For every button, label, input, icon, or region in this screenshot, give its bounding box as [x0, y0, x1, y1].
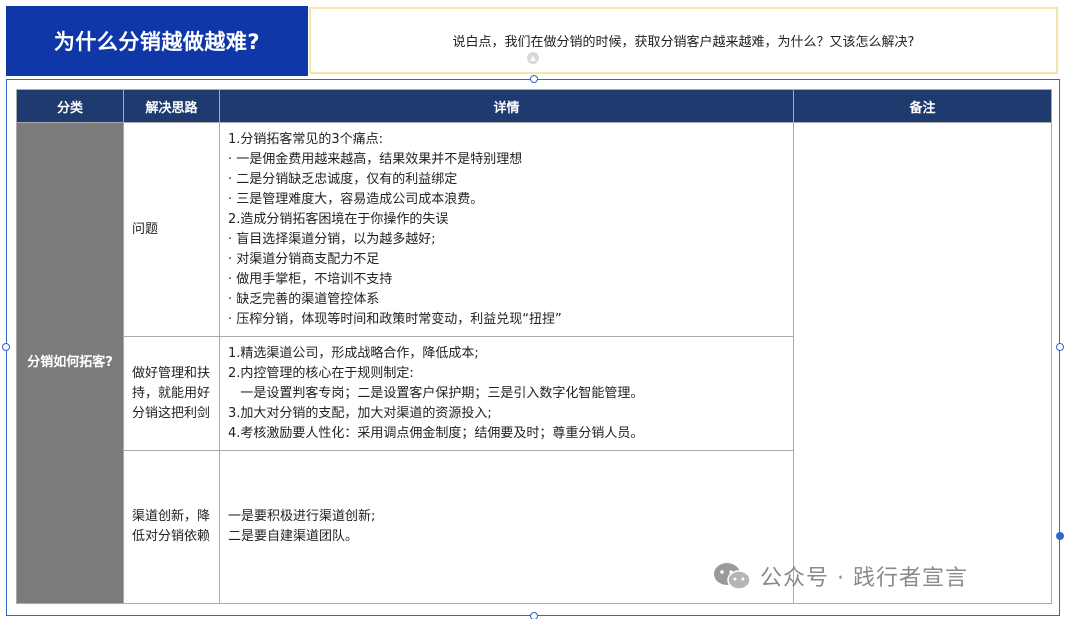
detail-line: 一是要积极进行渠道创新; — [228, 509, 376, 524]
page-title-text: 为什么分销越做越难? — [53, 30, 261, 54]
content-table: 分类 解决思路 详情 备注 分销如何拓客? 问题 1.分销拓客常见的3个痛点: … — [16, 89, 1052, 604]
detail-line: 二是要自建渠道团队。 — [228, 529, 359, 544]
detail-line: 4.考核激励要人性化：采用调点佣金制度；结佣要及时；尊重分销人员。 — [228, 425, 644, 441]
detail-line: 1.分销拓客常见的3个痛点: — [228, 131, 384, 147]
detail-line: · 三是管理难度大，容易造成公司成本浪费。 — [228, 191, 484, 207]
subtitle-box[interactable]: 说白点，我们在做分销的时候，获取分销客户越来越难，为什么？又该怎么解决? — [309, 7, 1058, 74]
detail-line: · 缺乏完善的渠道管控体系 — [228, 291, 380, 307]
detail-line: · 二是分销缺乏忠诚度，仅有的利益绑定 — [228, 171, 458, 187]
detail-line: 2.造成分销拓客困境在于你操作的失误 — [228, 211, 449, 227]
resize-handle-right-active[interactable] — [1056, 532, 1064, 540]
approach-label: 问题 — [132, 221, 159, 237]
table-row: 分销如何拓客? 问题 1.分销拓客常见的3个痛点: · 一是佣金费用越来越高，结… — [16, 122, 1052, 604]
category-cell[interactable]: 分销如何拓客? — [16, 122, 124, 604]
header-category: 分类 — [16, 89, 124, 123]
header-notes: 备注 — [793, 89, 1052, 123]
detail-line: 2.内控管理的核心在于规则制定: — [228, 365, 414, 381]
details-cell[interactable]: 一是要积极进行渠道创新; 二是要自建渠道团队。 — [219, 450, 794, 604]
approach-cell[interactable]: 渠道创新，降低对分销依赖 — [123, 450, 220, 604]
detail-line: · 一是佣金费用越来越高，结果效果并不是特别理想 — [228, 151, 523, 167]
detail-line: 一是设置判客专岗；二是设置客户保护期；三是引入数字化智能管理。 — [228, 385, 644, 401]
resize-handle-bottom[interactable] — [530, 612, 538, 619]
category-label: 分销如何拓客? — [27, 355, 113, 370]
approach-cell[interactable]: 做好管理和扶持，就能用好分销这把利剑 — [123, 336, 220, 451]
approach-label: 做好管理和扶持，就能用好分销这把利剑 — [132, 365, 211, 421]
detail-line: · 做甩手掌柜，不培训不支持 — [228, 271, 393, 287]
wechat-icon — [712, 561, 752, 591]
details-cell[interactable]: 1.精选渠道公司，形成战略合作，降低成本; 2.内控管理的核心在于规则制定: 一… — [219, 336, 794, 451]
resize-handle-right[interactable] — [1056, 343, 1064, 351]
subtitle-text: 说白点，我们在做分销的时候，获取分销客户越来越难，为什么？又该怎么解决? — [452, 35, 915, 50]
approach-label: 渠道创新，降低对分销依赖 — [132, 509, 211, 544]
resize-handle-left[interactable] — [2, 343, 10, 351]
detail-line: 3.加大对分销的支配，加大对渠道的资源投入; — [228, 405, 492, 421]
approach-cell[interactable]: 问题 — [123, 122, 220, 337]
detail-line: · 对渠道分销商支配力不足 — [228, 251, 380, 267]
header-details: 详情 — [219, 89, 794, 123]
header-approach: 解决思路 — [123, 89, 220, 123]
watermark: 公众号 · 践行者宣言 — [712, 558, 968, 594]
table-header-row: 分类 解决思路 详情 备注 — [16, 89, 1052, 123]
detail-line: · 压榨分销，体现等时间和政策时常变动，利益兑现“扭捏” — [228, 311, 562, 327]
chevron-up-icon[interactable]: ▲ — [527, 52, 539, 64]
detail-line: · 盲目选择渠道分销，以为越多越好; — [228, 231, 436, 247]
notes-cell[interactable] — [793, 122, 1052, 604]
page: 为什么分销越做越难? 说白点，我们在做分销的时候，获取分销客户越来越难，为什么？… — [0, 0, 1065, 619]
watermark-text: 公众号 · 践行者宣言 — [760, 566, 968, 591]
page-title: 为什么分销越做越难? — [6, 6, 308, 76]
details-cell[interactable]: 1.分销拓客常见的3个痛点: · 一是佣金费用越来越高，结果效果并不是特别理想 … — [219, 122, 794, 337]
resize-handle-top[interactable] — [530, 75, 538, 83]
detail-line: 1.精选渠道公司，形成战略合作，降低成本; — [228, 345, 479, 361]
